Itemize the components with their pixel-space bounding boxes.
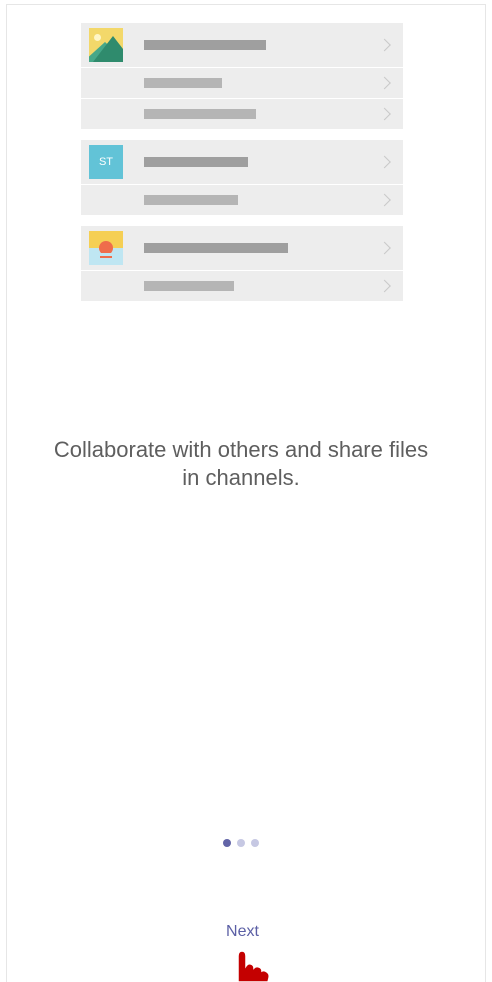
illustration-group	[81, 23, 403, 130]
landscape-image-icon	[89, 28, 123, 62]
sunset-image-icon	[89, 231, 123, 265]
placeholder-text-bar	[144, 281, 234, 291]
placeholder-text-bar	[144, 109, 256, 119]
illustration-row	[81, 68, 403, 99]
chevron-right-icon	[378, 241, 391, 255]
caption-line: in channels.	[182, 465, 300, 490]
caption-line: Collaborate with others and share files	[53, 437, 429, 462]
placeholder-text-bar	[144, 243, 288, 253]
illustration-row	[81, 23, 403, 68]
chevron-right-icon	[378, 38, 391, 52]
chevron-right-icon	[378, 76, 391, 90]
illustration-row	[81, 226, 403, 271]
illustration-group	[81, 226, 403, 302]
illustration-row	[81, 185, 403, 216]
placeholder-text-bar	[144, 78, 222, 88]
placeholder-text-bar	[144, 195, 238, 205]
channels-illustration: ST	[81, 23, 403, 312]
chevron-right-icon	[378, 107, 391, 121]
illustration-row	[81, 271, 403, 302]
pointer-hand-shape	[237, 950, 270, 982]
illustration-row	[81, 99, 403, 130]
page-indicator	[0, 839, 482, 847]
chevron-right-icon	[378, 193, 391, 207]
pointer-hand-icon	[237, 950, 270, 982]
placeholder-text-bar	[144, 40, 266, 50]
chevron-right-icon	[378, 279, 391, 293]
next-button[interactable]: Next	[205, 918, 280, 946]
placeholder-text-bar	[144, 157, 248, 167]
illustration-row: ST	[81, 140, 403, 185]
onboarding-caption: Collaborate with others and share files …	[20, 436, 462, 492]
page-dot	[237, 839, 245, 847]
page-dot	[251, 839, 259, 847]
team-avatar-icon: ST	[89, 145, 123, 179]
chevron-right-icon	[378, 155, 391, 169]
illustration-group: ST	[81, 140, 403, 216]
page-dot-active	[223, 839, 231, 847]
